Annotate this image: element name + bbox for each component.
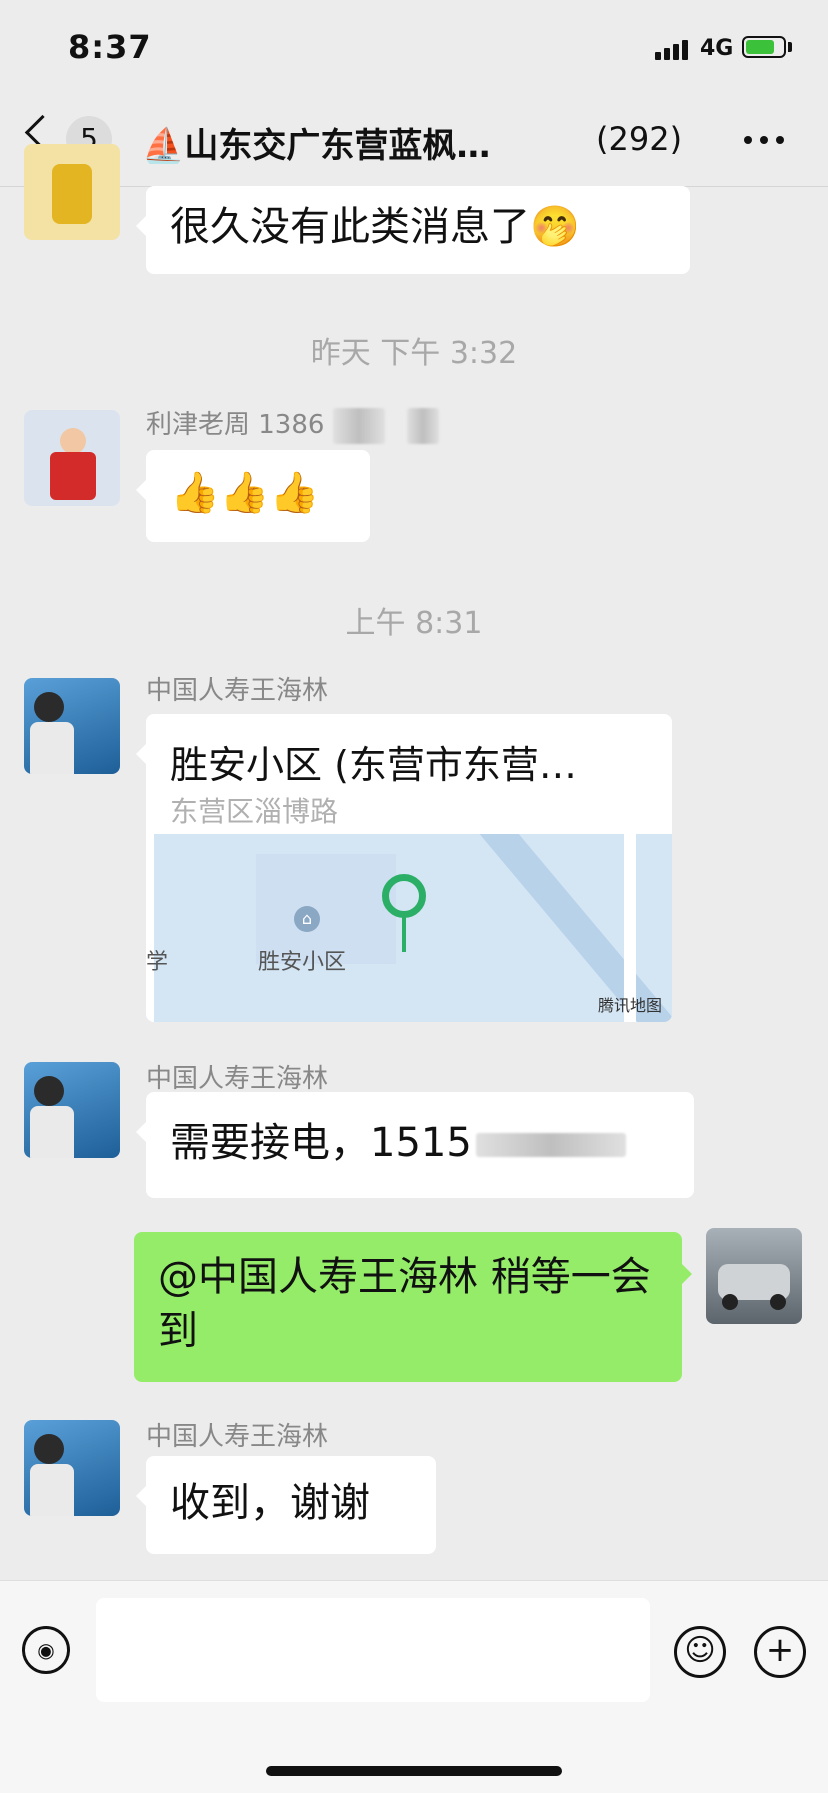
sender-name-text: 利津老周 1386 [146,410,325,440]
location-title: 胜安小区 (东营市东营… [170,743,577,787]
redacted-blur [406,407,439,444]
battery-icon [742,36,786,58]
sender-name: 中国人寿王海林 [146,676,329,706]
home-indicator [266,1766,562,1776]
message-bubble[interactable]: 很久没有此类消息了🤭 [136,186,690,274]
avatar[interactable] [24,1420,120,1516]
map-poi-label: 胜安小区 [258,950,347,975]
avatar[interactable] [24,410,120,506]
battery-cap [788,42,792,52]
map-pin-icon [382,874,426,918]
avatar[interactable] [24,144,120,240]
timestamp: 上午 8:31 [345,606,483,641]
chat-title: ⛵山东交广东营蓝枫… [142,126,491,166]
message-text-visible: 需要接电，1515 [170,1120,472,1166]
map-brand: 腾讯地图 [597,996,662,1015]
my-avatar[interactable] [706,1228,802,1324]
more-options-icon[interactable] [744,136,784,144]
status-time: 8:37 [68,28,152,66]
message-text: 👍👍👍 [170,470,320,516]
signal-icon [655,38,691,60]
map-road [146,834,154,1022]
map-thumbnail[interactable]: ⌂ 胜安小区 学 腾讯地图 [146,834,672,1022]
message-text: 收到，谢谢 [170,1480,370,1526]
network-type: 4G [700,36,734,61]
redacted-blur [475,1133,626,1157]
my-message-bubble[interactable]: @中国人寿王海林 稍等一会到 [134,1232,692,1382]
message-text: 需要接电，1515 [170,1116,626,1170]
member-count: (292) [596,120,683,158]
message-text: 很久没有此类消息了🤭 [170,204,580,250]
redacted-blur [332,407,385,444]
map-pin-stem [402,916,406,952]
avatar[interactable] [24,678,120,774]
home-poi-icon: ⌂ [294,906,320,932]
message-bubble[interactable]: 收到，谢谢 [136,1456,436,1554]
location-address: 东营区淄博路 [170,795,339,828]
sender-name: 利津老周 1386 [146,404,439,444]
map-left-label: 学 [146,950,169,975]
message-bubble[interactable]: 👍👍👍 [136,450,370,542]
avatar[interactable] [24,1062,120,1158]
timestamp: 昨天 下午 3:32 [310,336,518,371]
sender-name: 中国人寿王海林 [146,1064,329,1094]
plus-icon[interactable]: + [754,1626,806,1678]
message-input[interactable] [96,1598,650,1702]
message-bubble[interactable]: 需要接电，1515 [136,1092,694,1198]
voice-icon[interactable]: ◉ [22,1626,70,1674]
message-text: @中国人寿王海林 稍等一会到 [158,1254,651,1354]
emoji-icon[interactable]: ☺ [674,1626,726,1678]
sender-name: 中国人寿王海林 [146,1422,329,1452]
